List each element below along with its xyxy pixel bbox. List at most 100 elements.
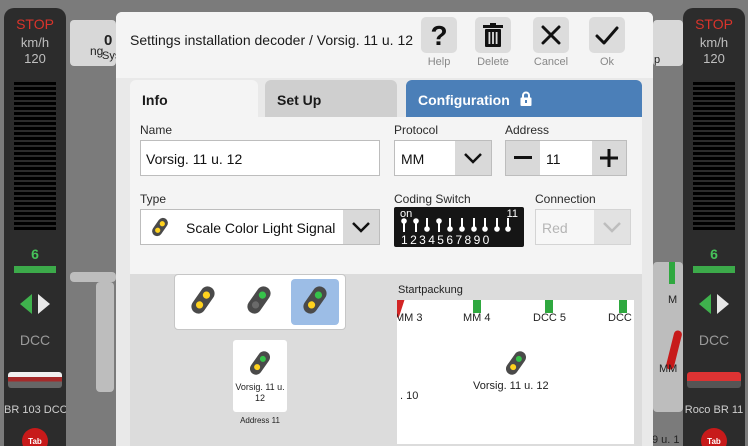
layout-signal-icon bbox=[501, 348, 531, 383]
dialog-header: Settings installation decoder / Vorsig. … bbox=[116, 12, 653, 78]
layout-label: DCC bbox=[608, 312, 632, 324]
forward-arrow-icon[interactable] bbox=[38, 294, 50, 314]
info-panel: Name Vorsig. 11 u. 12 Protocol MM Addres… bbox=[130, 117, 642, 274]
reverse-arrow-icon[interactable] bbox=[699, 294, 711, 314]
article-card[interactable]: Vorsig. 11 u. 12 bbox=[233, 340, 287, 412]
throttle-protocol: DCC bbox=[19, 332, 51, 348]
icon-option[interactable] bbox=[179, 279, 227, 325]
delete-label: Delete bbox=[477, 56, 509, 68]
dip-switch[interactable] bbox=[493, 218, 500, 232]
dip-switch[interactable] bbox=[401, 218, 407, 232]
signal-article-icon bbox=[246, 348, 274, 383]
max-speed: 120 bbox=[24, 51, 46, 66]
tab-configuration-label: Configuration bbox=[418, 92, 510, 108]
icon-and-layout-area: Vorsig. 11 u. 12 Address 11 Startpackung… bbox=[130, 274, 642, 446]
dip-switch[interactable] bbox=[505, 218, 512, 232]
dialog-tabs: Info Set Up Configuration bbox=[130, 80, 642, 117]
stop-button[interactable]: STOP bbox=[683, 16, 745, 32]
max-speed: 120 bbox=[703, 51, 725, 66]
tab-info[interactable]: Info bbox=[130, 80, 258, 117]
icon-option-selected[interactable] bbox=[291, 279, 339, 325]
settings-dialog: Settings installation decoder / Vorsig. … bbox=[116, 12, 653, 446]
close-icon bbox=[533, 17, 569, 53]
locomotive-name: BR 103 DCC bbox=[4, 404, 66, 416]
signal-green-yellow-icon bbox=[298, 283, 332, 322]
dip-switch[interactable] bbox=[412, 218, 419, 232]
tab-logo-icon[interactable]: Tab bbox=[22, 428, 48, 446]
background-text: MM bbox=[659, 363, 678, 375]
speed-step: 6 bbox=[31, 246, 39, 262]
dip-switch[interactable] bbox=[435, 218, 442, 232]
chevron-down-icon[interactable] bbox=[343, 210, 379, 244]
right-throttle-panel: STOP km/h 120 6 DCC Roco BR 11 Tab bbox=[683, 8, 745, 446]
forward-arrow-icon[interactable] bbox=[717, 294, 729, 314]
icon-option[interactable] bbox=[235, 279, 283, 325]
layout-label-10-value: 10 bbox=[406, 390, 419, 402]
decrement-button[interactable] bbox=[506, 141, 540, 175]
coding-switch-label: Coding Switch bbox=[394, 192, 471, 206]
locomotive-image bbox=[8, 372, 62, 388]
protocol-select[interactable]: MM bbox=[394, 140, 492, 176]
protocol-label: Protocol bbox=[394, 123, 439, 137]
layout-signal-name: Vorsig. 11 u. 12 bbox=[473, 380, 549, 392]
dialog-title: Settings installation decoder / Vorsig. … bbox=[130, 32, 414, 48]
protocol-value: MM bbox=[401, 151, 425, 167]
speed-level-bar bbox=[693, 266, 735, 273]
stop-button[interactable]: STOP bbox=[4, 16, 66, 32]
throttle-protocol: DCC bbox=[698, 332, 730, 348]
ok-button[interactable]: Ok bbox=[586, 17, 628, 73]
speed-unit: km/h bbox=[699, 35, 729, 50]
type-label: Type bbox=[140, 192, 167, 206]
dip-switch[interactable] bbox=[482, 218, 488, 232]
background-track bbox=[96, 282, 114, 392]
coding-numbers: 1234567890 bbox=[401, 233, 492, 247]
ok-label: Ok bbox=[599, 56, 615, 68]
connection-select[interactable]: Red bbox=[535, 209, 631, 245]
cancel-button[interactable]: Cancel bbox=[530, 17, 572, 73]
help-button[interactable]: ? Help bbox=[418, 17, 460, 73]
coding-switch[interactable]: on 11 1234567890 bbox=[394, 207, 524, 247]
tab-configuration[interactable]: Configuration bbox=[406, 80, 642, 117]
direction-control[interactable] bbox=[683, 294, 745, 314]
background-track bbox=[70, 272, 116, 282]
increment-button[interactable] bbox=[592, 141, 626, 175]
type-select[interactable]: Scale Color Light Signal bbox=[140, 209, 380, 245]
speed-level-bar bbox=[14, 266, 56, 273]
dip-switch[interactable] bbox=[447, 218, 454, 232]
layout-label: MM 3 bbox=[397, 312, 423, 324]
name-input[interactable]: Vorsig. 11 u. 12 bbox=[140, 140, 380, 176]
locomotive-name: Roco BR 11 bbox=[684, 404, 744, 416]
cancel-label: Cancel bbox=[533, 56, 569, 68]
tab-setup[interactable]: Set Up bbox=[265, 80, 397, 117]
dip-switch[interactable] bbox=[470, 218, 477, 232]
address-label: Address bbox=[505, 123, 550, 137]
question-icon: ? bbox=[421, 17, 457, 53]
speed-step: 6 bbox=[710, 246, 718, 262]
background-text: M bbox=[668, 294, 678, 306]
direction-control[interactable] bbox=[4, 294, 66, 314]
chevron-down-icon[interactable] bbox=[455, 141, 491, 175]
layout-label-10: . 10 bbox=[400, 390, 419, 402]
chevron-down-icon[interactable] bbox=[594, 210, 630, 244]
trash-icon bbox=[475, 17, 511, 53]
speed-slider[interactable] bbox=[14, 82, 56, 232]
background-text: 9 u. 1 bbox=[652, 434, 680, 446]
signal-red-green-icon bbox=[242, 283, 276, 322]
speed-slider[interactable] bbox=[693, 82, 735, 232]
reverse-arrow-icon[interactable] bbox=[20, 294, 32, 314]
lock-icon bbox=[520, 91, 532, 109]
layout-title: Startpackung bbox=[398, 284, 463, 296]
article-address: Address 11 bbox=[240, 416, 280, 425]
checkmark-icon bbox=[589, 17, 625, 53]
delete-button[interactable]: Delete bbox=[472, 17, 514, 73]
dip-switch[interactable] bbox=[459, 218, 465, 232]
locomotive-image bbox=[687, 372, 741, 388]
address-value[interactable]: 11 bbox=[546, 151, 561, 167]
dip-switch[interactable] bbox=[424, 218, 430, 232]
type-value: Scale Color Light Signal bbox=[186, 220, 336, 236]
track-layout-preview[interactable]: MM 3 MM 4 DCC 5 DCC . 10 Vorsig. 11 u. 1… bbox=[397, 300, 634, 444]
layout-label: DCC 5 bbox=[533, 312, 567, 324]
tab-logo-icon[interactable]: Tab bbox=[701, 428, 727, 446]
icon-picker bbox=[174, 274, 346, 330]
background-text: 0 bbox=[104, 32, 113, 49]
